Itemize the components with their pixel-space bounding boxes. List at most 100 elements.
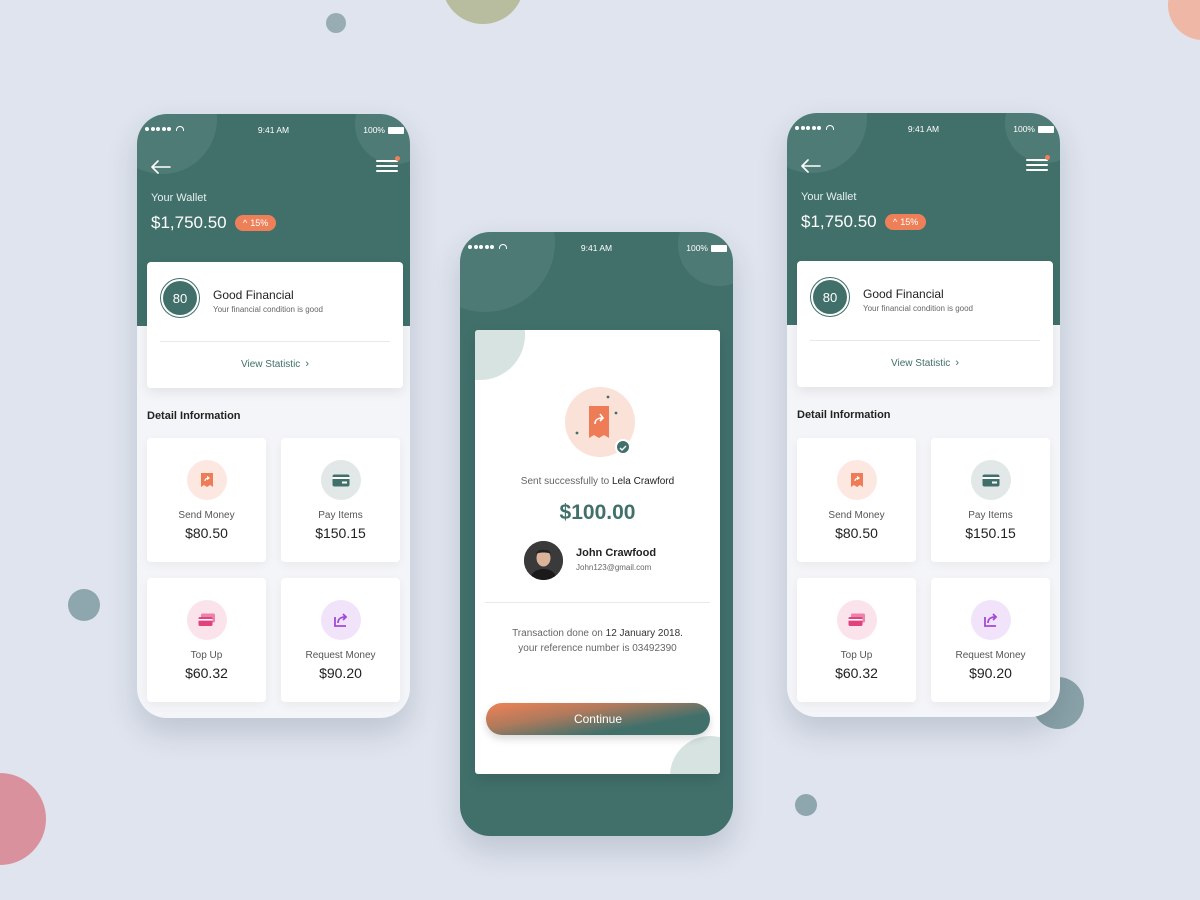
tile-value: $150.15 — [315, 525, 366, 541]
decor-circle — [0, 773, 46, 865]
change-badge: ^ 15% — [235, 215, 277, 231]
notification-dot — [395, 156, 400, 161]
divider — [810, 340, 1040, 341]
battery-icon — [1038, 125, 1054, 133]
success-card: Sent successfully to Lela Crawford $100.… — [475, 330, 720, 774]
decor-corner — [670, 736, 720, 774]
continue-button[interactable]: Continue — [486, 703, 710, 735]
battery-percent: 100% — [1013, 124, 1035, 134]
battery-indicator: 100% — [686, 243, 727, 253]
cards-icon — [836, 600, 877, 640]
decor-circle — [68, 589, 100, 621]
wallet-phone-left: 9:41 AM 100% Your Wallet $1,750.50 ^ 15% … — [137, 114, 410, 718]
tile-label: Send Money — [828, 510, 885, 521]
view-statistic-link[interactable]: View Statistic › — [797, 357, 1053, 369]
financial-title: Good Financial — [863, 287, 944, 301]
financial-card: 80 Good Financial Your financial conditi… — [147, 262, 403, 388]
view-statistic-link[interactable]: View Statistic › — [147, 358, 403, 370]
tile-request-money[interactable]: Request Money $90.20 — [931, 578, 1050, 702]
financial-title: Good Financial — [213, 288, 294, 302]
menu-icon[interactable] — [1026, 155, 1050, 173]
tile-request-money[interactable]: Request Money $90.20 — [281, 578, 400, 702]
notification-dot — [1045, 155, 1050, 160]
tile-value: $80.50 — [835, 525, 878, 541]
battery-percent: 100% — [363, 125, 385, 135]
score-value: 80 — [163, 281, 197, 315]
score-ring: 80 — [810, 277, 850, 317]
wallet-balance: $1,750.50 — [151, 213, 227, 232]
cards-icon — [186, 600, 227, 640]
tile-pay-items[interactable]: Pay Items $150.15 — [281, 438, 400, 562]
tile-value: $90.20 — [319, 665, 362, 681]
tile-value: $90.20 — [969, 665, 1012, 681]
tile-value: $150.15 — [965, 525, 1016, 541]
tile-value: $60.32 — [185, 665, 228, 681]
reference-line: your reference number is 03492390 — [518, 643, 677, 654]
tile-value: $60.32 — [835, 665, 878, 681]
divider — [485, 602, 710, 603]
arrow-up-icon: ^ — [893, 217, 898, 227]
score-value: 80 — [813, 280, 847, 314]
wallet-balance: $1,750.50 — [801, 212, 877, 231]
menu-icon[interactable] — [376, 156, 400, 174]
divider — [160, 341, 390, 342]
recipient-name: Lela Crawford — [611, 476, 675, 487]
battery-indicator: 100% — [363, 125, 404, 135]
sent-amount: $100.00 — [559, 501, 636, 524]
status-bar: 9:41 AM 100% — [137, 124, 410, 138]
tile-label: Request Money — [305, 650, 376, 661]
tile-label: Send Money — [178, 510, 235, 521]
person-email: John123@gmail.com — [576, 563, 652, 572]
battery-icon — [711, 244, 727, 252]
decor-circle — [678, 232, 733, 286]
share-icon — [320, 600, 361, 640]
change-badge: ^ 15% — [885, 214, 927, 230]
share-icon — [970, 600, 1011, 640]
decor-circle — [1168, 0, 1200, 40]
tile-value: $80.50 — [185, 525, 228, 541]
tile-top-up[interactable]: Top Up $60.32 — [797, 578, 916, 702]
battery-percent: 100% — [686, 243, 708, 253]
financial-card: 80 Good Financial Your financial conditi… — [797, 261, 1053, 387]
chevron-right-icon: › — [305, 358, 309, 370]
score-ring: 80 — [160, 278, 200, 318]
tile-top-up[interactable]: Top Up $60.32 — [147, 578, 266, 702]
financial-subtitle: Your financial condition is good — [213, 305, 324, 314]
tile-label: Pay Items — [968, 510, 1013, 521]
credit-card-icon — [320, 460, 361, 500]
decor-circle — [326, 13, 346, 33]
wallet-phone-right: 9:41 AM 100% Your Wallet $1,750.50 ^ 15% … — [787, 113, 1060, 717]
tile-label: Request Money — [955, 650, 1026, 661]
decor-corner — [475, 330, 525, 380]
transaction-date: 12 January 2018. — [605, 628, 683, 639]
avatar — [524, 541, 563, 580]
chevron-right-icon: › — [955, 357, 959, 369]
credit-card-icon — [970, 460, 1011, 500]
arrow-up-icon: ^ — [243, 218, 248, 228]
receipt-send-icon — [186, 460, 227, 500]
check-icon — [615, 439, 631, 455]
tile-label: Top Up — [190, 650, 223, 661]
sent-message: Sent successfully to Lela Crawford — [520, 476, 675, 487]
financial-subtitle: Your financial condition is good — [863, 304, 974, 313]
detail-title: Detail Information — [797, 409, 891, 421]
back-arrow-icon[interactable] — [801, 159, 821, 173]
tile-label: Top Up — [840, 650, 873, 661]
tile-label: Pay Items — [318, 510, 363, 521]
decor-circle — [442, 0, 524, 24]
transaction-date-line: Transaction done on 12 January 2018. — [512, 628, 683, 639]
decor-circle — [795, 794, 817, 816]
tile-pay-items[interactable]: Pay Items $150.15 — [931, 438, 1050, 562]
status-bar: 9:41 AM 100% — [460, 242, 733, 256]
status-bar: 9:41 AM 100% — [787, 123, 1060, 137]
detail-title: Detail Information — [147, 410, 241, 422]
battery-indicator: 100% — [1013, 124, 1054, 134]
back-arrow-icon[interactable] — [151, 160, 171, 174]
person-name: John Crawfood — [576, 547, 657, 559]
wallet-label: Your Wallet — [151, 192, 207, 204]
tile-send-money[interactable]: Send Money $80.50 — [147, 438, 266, 562]
wallet-label: Your Wallet — [801, 191, 857, 203]
receipt-send-icon — [836, 460, 877, 500]
tile-send-money[interactable]: Send Money $80.50 — [797, 438, 916, 562]
success-phone: 9:41 AM 100% Sent successfully to Lela C… — [460, 232, 733, 836]
